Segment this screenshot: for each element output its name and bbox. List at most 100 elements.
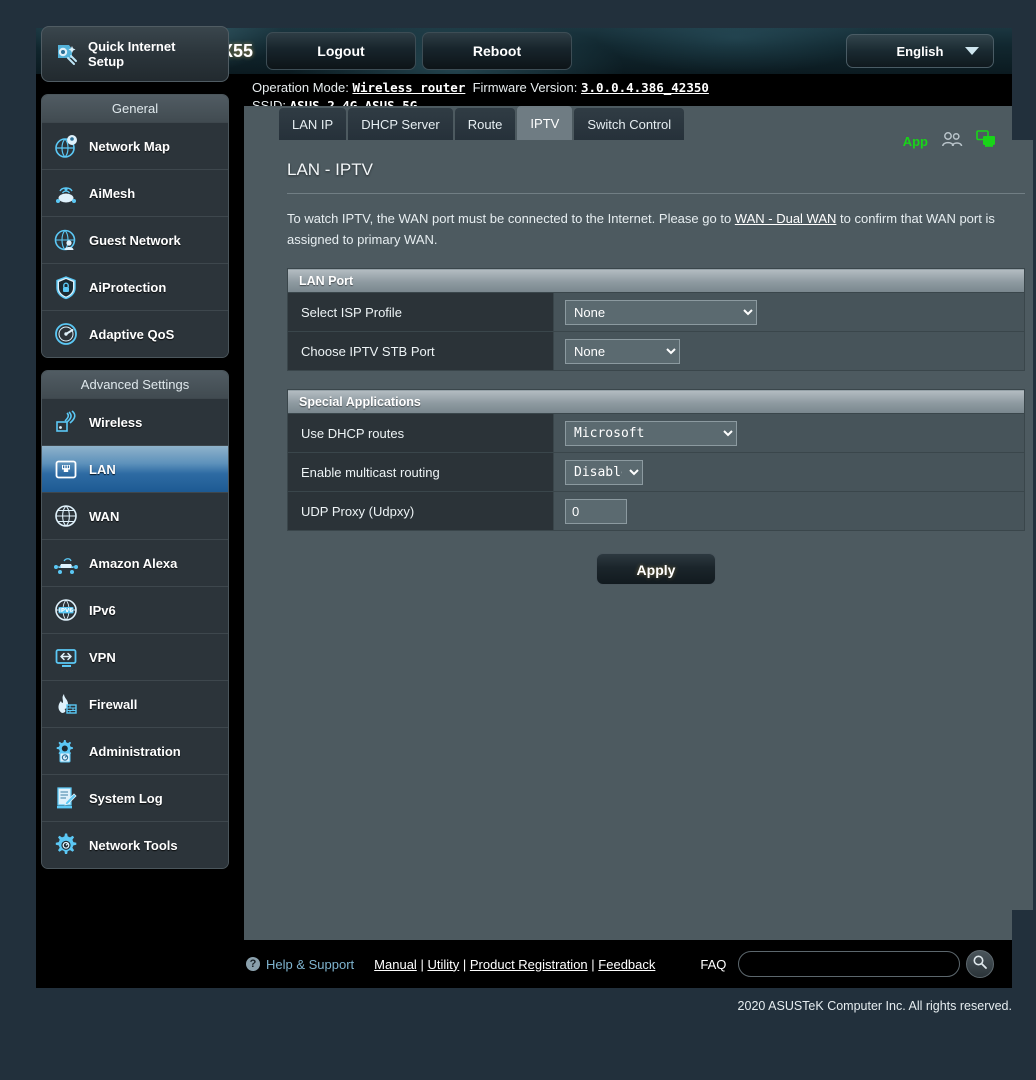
- label-enable-multicast-routing: Enable multicast routing: [288, 453, 554, 492]
- router-admin-page: ASUS RT-AX55 Logout Reboot English Opera…: [0, 0, 1036, 1080]
- tab-dhcp-server[interactable]: DHCP Server: [348, 108, 453, 140]
- label-udp-proxy: UDP Proxy (Udpxy): [288, 492, 554, 531]
- cell-udp-proxy: [554, 492, 1025, 531]
- network-tools-icon: [53, 832, 80, 859]
- tab-lan-ip[interactable]: LAN IP: [279, 108, 346, 140]
- sidebar-item-network-tools[interactable]: Network Tools: [42, 821, 228, 868]
- apply-button-container: Apply: [279, 553, 1033, 585]
- table-row: Enable multicast routing Disable: [288, 453, 1025, 492]
- guest-network-icon: [53, 227, 80, 254]
- link-separator-2: |: [463, 957, 466, 972]
- sidebar-group-title-advanced: Advanced Settings: [42, 371, 228, 398]
- ipv6-icon: IPV6: [53, 597, 80, 624]
- label-use-dhcp-routes: Use DHCP routes: [288, 414, 554, 453]
- select-isp-profile-dropdown[interactable]: None: [565, 300, 757, 325]
- sidebar-item-amazon-alexa[interactable]: Amazon Alexa: [42, 539, 228, 586]
- sidebar-item-system-log[interactable]: System Log: [42, 774, 228, 821]
- product-registration-link[interactable]: Product Registration: [470, 957, 588, 972]
- amazon-alexa-icon: [53, 550, 80, 577]
- sidebar-item-label-system-log: System Log: [89, 791, 163, 806]
- operation-mode-line: Operation Mode: Wireless router Firmware…: [252, 80, 709, 95]
- administration-gear-icon: [53, 738, 80, 765]
- sidebar-item-label-guest-network: Guest Network: [89, 233, 181, 248]
- sidebar-group-title-general: General: [42, 95, 228, 122]
- link-separator-1: |: [420, 957, 423, 972]
- sidebar-navigation: Quick Internet Setup General: [36, 26, 241, 881]
- sidebar-item-label-network-tools: Network Tools: [89, 838, 178, 853]
- aimesh-icon: [53, 180, 80, 207]
- sidebar-item-label-vpn: VPN: [89, 650, 116, 665]
- feedback-link[interactable]: Feedback: [598, 957, 655, 972]
- sidebar-item-label-firewall: Firewall: [89, 697, 137, 712]
- app-link[interactable]: App: [903, 134, 928, 149]
- adaptive-qos-gauge-icon: [53, 321, 80, 348]
- sidebar-item-label-network-map: Network Map: [89, 139, 170, 154]
- network-devices-icon[interactable]: [976, 130, 996, 153]
- guest-users-icon[interactable]: [941, 131, 963, 152]
- page-description: To watch IPTV, the WAN port must be conn…: [279, 194, 1033, 250]
- sidebar-item-guest-network[interactable]: Guest Network: [42, 216, 228, 263]
- sidebar-item-lan[interactable]: LAN: [42, 445, 228, 492]
- tab-bar: LAN IP DHCP Server Route IPTV Switch Con…: [279, 106, 684, 140]
- manual-link[interactable]: Manual: [374, 957, 417, 972]
- label-select-isp-profile: Select ISP Profile: [288, 293, 554, 332]
- sidebar-item-ipv6[interactable]: IPV6 IPv6: [42, 586, 228, 633]
- sidebar-item-aiprotection[interactable]: AiProtection: [42, 263, 228, 310]
- tab-switch-control[interactable]: Switch Control: [574, 108, 684, 140]
- udp-proxy-input[interactable]: [565, 499, 627, 524]
- operation-mode-label: Operation Mode:: [252, 80, 349, 95]
- cell-enable-multicast-routing: Disable: [554, 453, 1025, 492]
- logout-button[interactable]: Logout: [266, 32, 416, 70]
- help-support-label: Help & Support: [266, 957, 354, 972]
- sidebar-item-administration[interactable]: Administration: [42, 727, 228, 774]
- faq-search-input[interactable]: [739, 952, 959, 976]
- sidebar-item-network-map[interactable]: Network Map: [42, 122, 228, 169]
- wan-globe-icon: [53, 503, 80, 530]
- sidebar-item-quick-internet-setup[interactable]: Quick Internet Setup: [41, 26, 229, 82]
- apply-button[interactable]: Apply: [596, 553, 716, 585]
- cell-select-isp-profile: None: [554, 293, 1025, 332]
- copyright-text: 2020 ASUSTeK Computer Inc. All rights re…: [738, 999, 1012, 1013]
- aiprotection-shield-icon: [53, 274, 80, 301]
- sidebar-item-aimesh[interactable]: AiMesh: [42, 169, 228, 216]
- use-dhcp-routes-dropdown[interactable]: Microsoft: [565, 421, 737, 446]
- section-title-special-applications: Special Applications: [288, 390, 1025, 414]
- sidebar-item-adaptive-qos[interactable]: Adaptive QoS: [42, 310, 228, 357]
- sidebar-item-vpn[interactable]: VPN: [42, 633, 228, 680]
- operation-mode-value[interactable]: Wireless router: [352, 80, 465, 95]
- enable-multicast-routing-dropdown[interactable]: Disable: [565, 460, 643, 485]
- system-log-icon: [53, 785, 80, 812]
- tab-route[interactable]: Route: [455, 108, 516, 140]
- lan-port-section: LAN Port Select ISP Profile None Choos: [287, 268, 1025, 371]
- tab-iptv[interactable]: IPTV: [517, 106, 572, 140]
- sidebar-item-wan[interactable]: WAN: [42, 492, 228, 539]
- utility-link[interactable]: Utility: [427, 957, 459, 972]
- sidebar-item-label-administration: Administration: [89, 744, 181, 759]
- footer-links: Manual | Utility | Product Registration …: [374, 957, 655, 972]
- table-row: Use DHCP routes Microsoft: [288, 414, 1025, 453]
- wan-dual-wan-link[interactable]: WAN - Dual WAN: [735, 211, 837, 226]
- language-selector[interactable]: English: [846, 34, 994, 68]
- faq-search-button[interactable]: [966, 950, 994, 978]
- section-header-row: LAN Port: [288, 269, 1025, 293]
- svg-text:IPV6: IPV6: [59, 608, 74, 614]
- vpn-icon: [53, 644, 80, 671]
- faq-search-box[interactable]: [738, 951, 960, 977]
- sidebar-item-label-amazon-alexa: Amazon Alexa: [89, 556, 177, 571]
- sidebar-item-label-wireless: Wireless: [89, 415, 142, 430]
- faq-label: FAQ: [700, 957, 726, 972]
- choose-iptv-stb-port-dropdown[interactable]: None: [565, 339, 680, 364]
- sidebar-item-wireless[interactable]: Wireless: [42, 398, 228, 445]
- firmware-label: Firmware Version:: [473, 80, 578, 95]
- language-selector-label: English: [897, 44, 944, 59]
- chevron-down-icon: [965, 47, 979, 55]
- sidebar-item-firewall[interactable]: Firewall: [42, 680, 228, 727]
- table-row: Choose IPTV STB Port None: [288, 332, 1025, 371]
- iptv-settings-panel: LAN - IPTV To watch IPTV, the WAN port m…: [279, 140, 1033, 910]
- help-question-icon: ?: [246, 957, 260, 971]
- section-title-lan-port: LAN Port: [288, 269, 1025, 293]
- sidebar-item-label-ipv6: IPv6: [89, 603, 116, 618]
- reboot-button[interactable]: Reboot: [422, 32, 572, 70]
- sidebar-item-label-aiprotection: AiProtection: [89, 280, 166, 295]
- firmware-value[interactable]: 3.0.0.4.386_42350: [581, 80, 709, 95]
